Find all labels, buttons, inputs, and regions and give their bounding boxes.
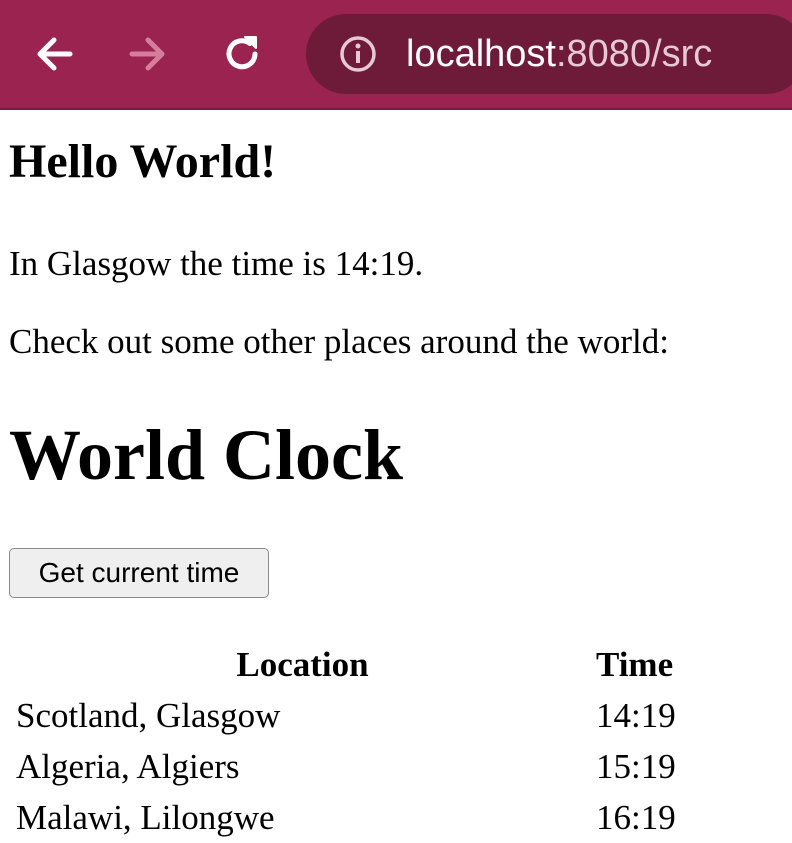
world-clock-heading: World Clock (9, 415, 404, 495)
header-location: Location (236, 645, 369, 684)
local-time-text: In Glasgow the time is 14:19. (9, 244, 424, 283)
url-text[interactable]: localhost:8080/src (406, 14, 712, 94)
url-path: :8080/src (555, 33, 713, 75)
forward-arrow-icon (129, 37, 165, 71)
reload-button[interactable] (216, 28, 268, 80)
world-clock-table: Location Time Scotland, Glasgow 14:19 Al… (9, 640, 696, 843)
back-button[interactable] (28, 28, 80, 80)
address-bar[interactable]: localhost:8080/src (306, 14, 792, 94)
time-cell: 14:19 (596, 695, 676, 735)
prompt-text: Check out some other places around the w… (9, 322, 669, 361)
get-current-time-button[interactable]: Get current time (9, 548, 269, 598)
location-cell: Malawi, Lilongwe (16, 797, 275, 837)
reload-icon (226, 36, 258, 70)
forward-button[interactable] (122, 28, 174, 80)
time-cell: 15:19 (596, 746, 676, 786)
back-arrow-icon (37, 37, 73, 71)
table-header-row: Location Time (9, 640, 696, 690)
table-row: Malawi, Lilongwe 16:19 (9, 792, 696, 843)
page-title: Hello World! (9, 135, 277, 188)
url-host: localhost (406, 33, 556, 75)
info-icon[interactable] (338, 34, 378, 74)
location-cell: Scotland, Glasgow (16, 695, 281, 735)
header-time: Time (596, 645, 674, 684)
table-row: Algeria, Algiers 15:19 (9, 741, 696, 792)
time-cell: 16:19 (596, 797, 676, 837)
location-cell: Algeria, Algiers (16, 746, 240, 786)
page-content: Hello World! In Glasgow the time is 14:1… (0, 110, 792, 842)
browser-toolbar: localhost:8080/src (0, 0, 792, 110)
table-row: Scotland, Glasgow 14:19 (9, 690, 696, 741)
